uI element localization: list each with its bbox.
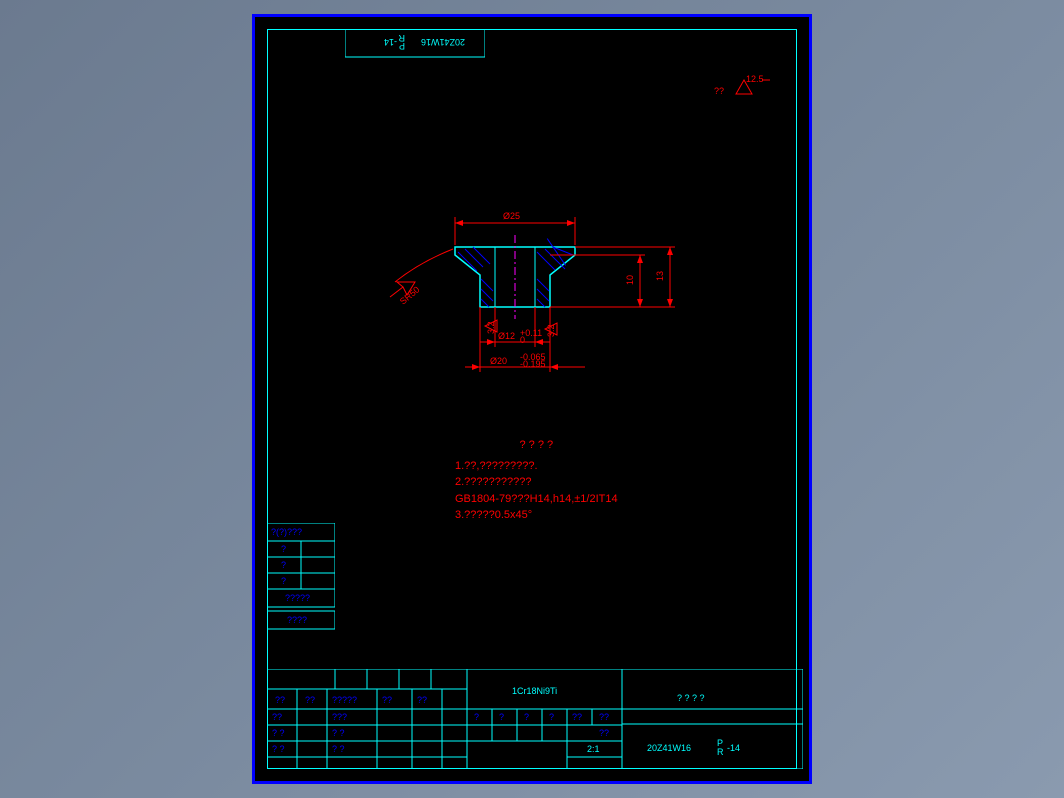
svg-text:?(?)???: ?(?)??? xyxy=(271,527,302,537)
svg-text:20Z41W16: 20Z41W16 xyxy=(421,37,465,47)
svg-text:? ?: ? ? xyxy=(272,744,285,754)
svg-text:??: ?? xyxy=(275,695,285,705)
svg-text:??: ?? xyxy=(714,86,724,96)
svg-text:????: ???? xyxy=(287,615,307,625)
svg-text:? ? ? ?: ? ? ? ? xyxy=(677,693,705,703)
svg-text:?: ? xyxy=(281,560,286,570)
svg-text:??: ?? xyxy=(599,728,609,738)
svg-text:?: ? xyxy=(281,544,286,554)
svg-text:0: 0 xyxy=(520,335,525,345)
svg-text:R: R xyxy=(398,33,405,43)
revision-block: ?(?)??? ? ? ? ????? ???? xyxy=(267,523,335,633)
note-1: 1.??,?????????. xyxy=(455,458,618,475)
svg-text:??: ?? xyxy=(599,712,609,722)
svg-text:12.5: 12.5 xyxy=(746,74,764,84)
svg-text:Ø25: Ø25 xyxy=(503,211,520,221)
svg-text:?????: ????? xyxy=(332,695,357,705)
svg-text:Ø12: Ø12 xyxy=(498,331,515,341)
notes-title: ? ? ? ? xyxy=(455,437,618,454)
note-2: 2.??????????? xyxy=(455,474,618,491)
svg-text:? ?: ? ? xyxy=(332,744,345,754)
svg-text:-14: -14 xyxy=(727,743,740,753)
svg-text:3.2: 3.2 xyxy=(546,324,556,337)
svg-text:?: ? xyxy=(281,576,286,586)
note-4: 3.?????0.5x45° xyxy=(455,507,618,524)
svg-text:? ?: ? ? xyxy=(272,728,285,738)
svg-text:Ø20: Ø20 xyxy=(490,356,507,366)
svg-text:? ?: ? ? xyxy=(332,728,345,738)
svg-text:???: ??? xyxy=(332,712,347,722)
svg-text:-14: -14 xyxy=(384,37,397,47)
drawing-sheet: 20Z41W16 P R -14 ?? 12.5 Ø25 xyxy=(252,14,812,784)
svg-text:R: R xyxy=(717,747,724,757)
svg-text:?????: ????? xyxy=(285,593,310,603)
svg-text:??: ?? xyxy=(572,712,582,722)
svg-text:2:1: 2:1 xyxy=(587,744,600,754)
surface-finish-global: ?? 12.5 xyxy=(714,72,784,107)
svg-text:13: 13 xyxy=(655,271,665,281)
technical-notes: ? ? ? ? 1.??,?????????. 2.??????????? GB… xyxy=(455,437,618,524)
part-drawing: Ø25 SR50 10 13 xyxy=(385,187,745,407)
svg-text:20Z41W16: 20Z41W16 xyxy=(647,743,691,753)
svg-text:?: ? xyxy=(474,712,479,722)
svg-text:??: ?? xyxy=(382,695,392,705)
svg-text:?: ? xyxy=(524,712,529,722)
svg-text:??: ?? xyxy=(272,712,282,722)
note-3: GB1804-79???H14,h14,±1/2IT14 xyxy=(455,491,618,508)
svg-text:1Cr18Ni9Ti: 1Cr18Ni9Ti xyxy=(512,686,557,696)
svg-text:-0.195: -0.195 xyxy=(520,359,546,369)
svg-text:??: ?? xyxy=(417,695,427,705)
svg-text:10: 10 xyxy=(625,275,635,285)
title-block: ?? ?? ????? ?? ?? ?? ??? ? ? ? ? ? ? ? ?… xyxy=(267,669,803,769)
top-number-block: 20Z41W16 P R -14 xyxy=(345,29,485,59)
svg-text:??: ?? xyxy=(305,695,315,705)
svg-text:?: ? xyxy=(549,712,554,722)
svg-text:?: ? xyxy=(499,712,504,722)
